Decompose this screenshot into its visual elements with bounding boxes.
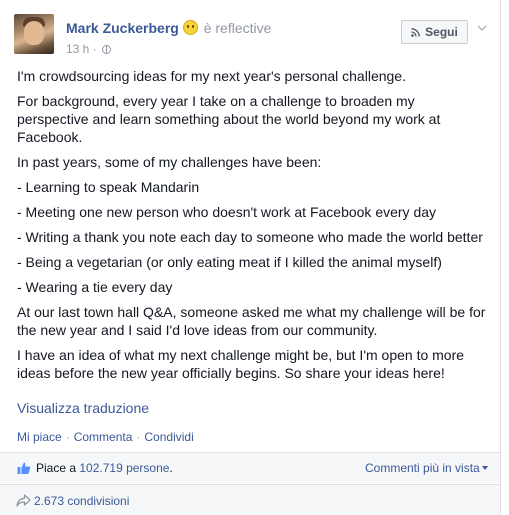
chevron-down-icon[interactable] — [476, 20, 488, 32]
comments-order-label: Commenti più in vista — [365, 461, 480, 475]
likes-prefix: Piace a — [36, 461, 80, 475]
post-list-item: - Meeting one new person who doesn't wor… — [17, 204, 437, 220]
share-link[interactable]: Condividi — [144, 430, 193, 444]
smiley-icon — [182, 20, 198, 35]
post-list-item: - Learning to speak Mandarin — [17, 179, 200, 195]
share-arrow-icon — [16, 494, 31, 507]
globe-icon[interactable] — [102, 45, 112, 54]
post-list-item: - Being a vegetarian (or only eating mea… — [17, 254, 442, 270]
post-list-item: - Wearing a tie every day — [17, 279, 173, 295]
caret-down-icon — [481, 466, 488, 470]
author-line: Mark Zuckerberg è reflective — [66, 20, 271, 36]
post-card: Mark Zuckerberg è reflective 13 h · Segu… — [0, 0, 501, 515]
post-paragraph: For background, every year I take on a c… — [17, 93, 441, 145]
likes-count-link[interactable]: 102.719 persone — [79, 461, 169, 475]
post-paragraph: In past years, some of my challenges hav… — [17, 154, 322, 170]
comment-link[interactable]: Commenta — [74, 430, 133, 444]
likes-summary: Piace a 102.719 persone. — [36, 461, 173, 475]
action-separator: · — [65, 430, 70, 444]
like-link[interactable]: Mi piace — [17, 430, 62, 444]
avatar-face — [24, 21, 44, 45]
action-separator: · — [136, 430, 141, 444]
follow-button[interactable]: Segui — [401, 20, 468, 44]
post-timestamp[interactable]: 13 h — [66, 42, 89, 56]
post-list-item: - Writing a thank you note each day to s… — [17, 229, 483, 245]
post-body: I'm crowdsourcing ideas for my next year… — [17, 67, 489, 389]
post-paragraph: I'm crowdsourcing ideas for my next year… — [17, 68, 406, 84]
likes-bar: Piace a 102.719 persone. Commenti più in… — [0, 452, 500, 483]
shares-bar: 2.673 condivisioni — [0, 484, 500, 515]
follow-label: Segui — [425, 25, 458, 39]
comments-order-dropdown[interactable]: Commenti più in vista — [365, 461, 488, 475]
author-avatar[interactable] — [14, 14, 54, 54]
post-actions: Mi piace · Commenta · Condividi — [17, 430, 194, 444]
likes-suffix: . — [169, 461, 173, 475]
meta-separator: · — [92, 42, 97, 56]
rss-icon — [411, 27, 421, 37]
post-paragraph: At our last town hall Q&A, someone asked… — [17, 304, 486, 338]
author-name[interactable]: Mark Zuckerberg — [66, 20, 179, 36]
feeling-text: è reflective — [203, 20, 272, 36]
thumbs-up-icon — [17, 461, 31, 475]
shares-count-link[interactable]: 2.673 condivisioni — [34, 494, 129, 508]
translate-link[interactable]: Visualizza traduzione — [17, 400, 149, 416]
post-paragraph: I have an idea of what my next challenge… — [17, 347, 465, 381]
post-header: Mark Zuckerberg è reflective 13 h · Segu… — [14, 12, 494, 60]
post-meta: 13 h · — [66, 42, 112, 56]
